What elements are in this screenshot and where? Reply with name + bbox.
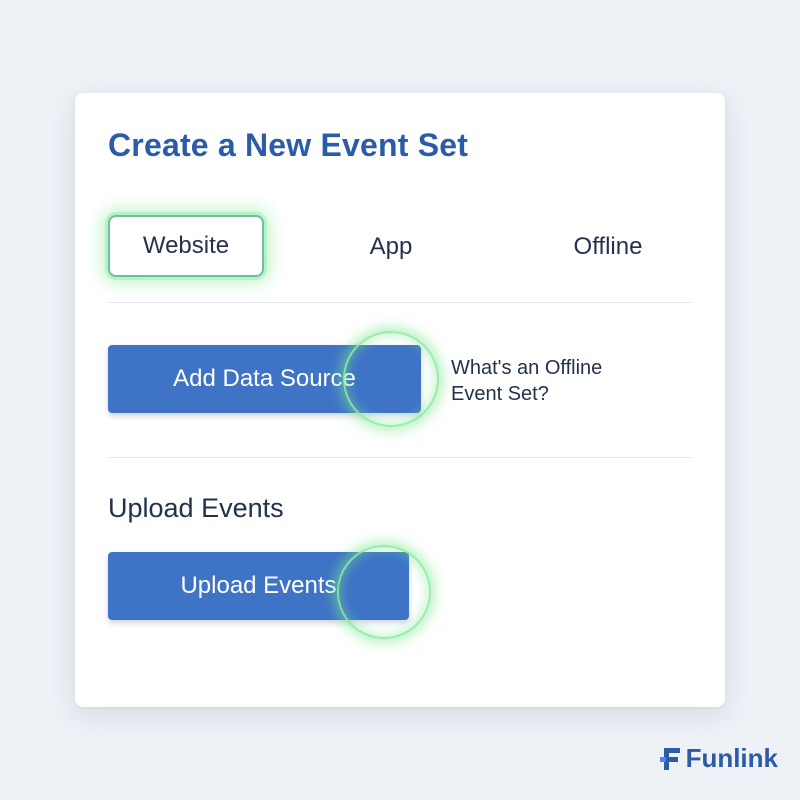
funlink-logo-icon [659, 746, 682, 772]
brand-name: Funlink [685, 743, 778, 773]
tab-offline[interactable]: Offline [548, 215, 668, 279]
dialog-title: Create a New Event Set [108, 127, 469, 163]
event-source-tabs: Website App Offline [108, 215, 692, 279]
upload-events-button[interactable]: Upload Events [108, 552, 409, 620]
divider [108, 457, 692, 458]
offline-event-set-help-link[interactable]: What's an Offline Event Set? [451, 355, 641, 407]
page: Create a New Event Set Website App Offli… [0, 0, 800, 800]
tab-website[interactable]: Website [108, 215, 264, 277]
brand-logo: Funlink [659, 743, 778, 774]
upload-events-heading: Upload Events [108, 493, 284, 523]
divider [108, 302, 692, 303]
tab-app[interactable]: App [348, 215, 434, 279]
event-set-dialog: Create a New Event Set Website App Offli… [75, 93, 725, 707]
add-data-source-button[interactable]: Add Data Source [108, 345, 421, 413]
